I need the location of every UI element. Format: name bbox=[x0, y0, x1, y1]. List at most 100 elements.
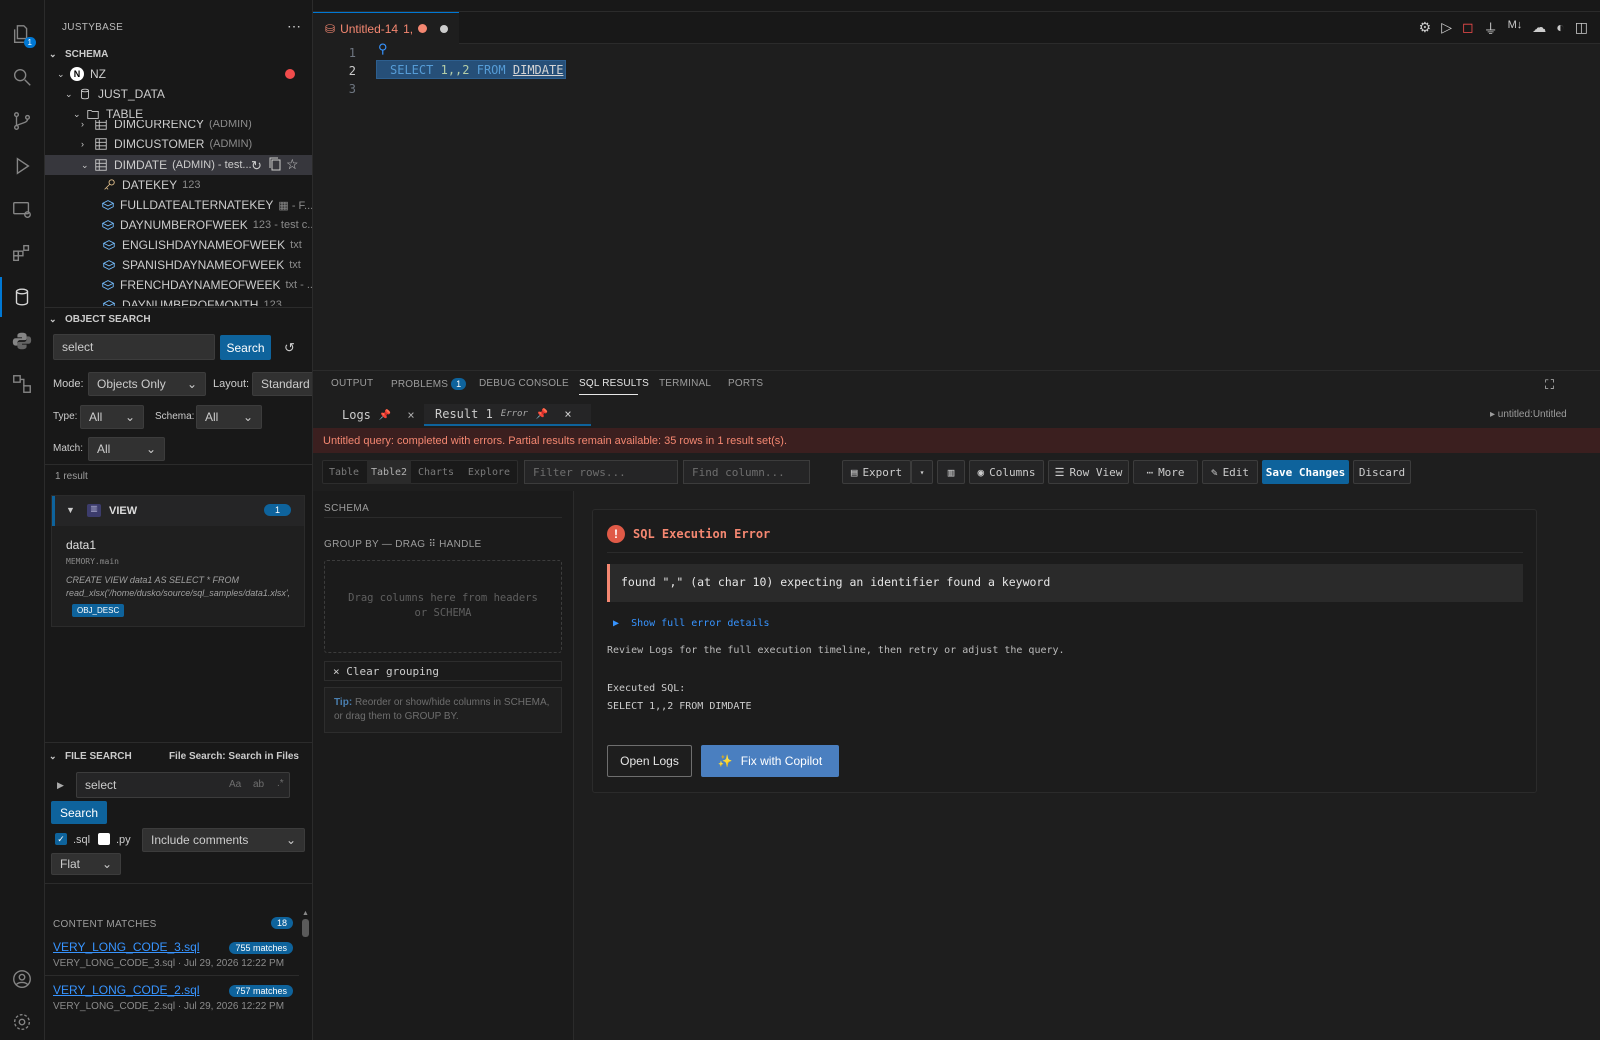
layout-toggle-button[interactable]: ▥ bbox=[937, 460, 965, 484]
tree-column-row[interactable]: ENGLISHDAYNAMEOFWEEK txt bbox=[45, 235, 312, 255]
whole-word-toggle[interactable]: ab bbox=[253, 779, 264, 790]
result-name[interactable]: data1 bbox=[66, 538, 96, 552]
palette-icon[interactable]: ◐ bbox=[1556, 19, 1564, 39]
columns-button[interactable]: ◉ Columns bbox=[969, 460, 1044, 484]
stop-icon[interactable]: ◻ bbox=[1462, 19, 1474, 39]
match-select[interactable]: All ⌄ bbox=[88, 437, 165, 461]
scrollbar-thumb[interactable] bbox=[302, 919, 309, 937]
tree-column-row[interactable]: FULLDATEALTERNATEKEY ▦ - F... bbox=[45, 195, 312, 215]
file-search-input[interactable]: select Aa ab .* bbox=[76, 772, 290, 798]
file-search-header[interactable]: ⌄ FILE SEARCH bbox=[49, 751, 132, 762]
row-view-button[interactable]: ☰ Row View bbox=[1048, 460, 1129, 484]
remote-explorer-icon[interactable] bbox=[8, 196, 36, 224]
cloud-icon[interactable]: ☁ bbox=[1532, 19, 1546, 39]
run-icon[interactable]: ▷ bbox=[1441, 19, 1452, 39]
list-item[interactable]: VERY_LONG_CODE_2.sql 757 matches VERY_LO… bbox=[53, 983, 299, 1012]
markdown-icon[interactable]: M↓ bbox=[1508, 19, 1523, 39]
view-table[interactable]: Table bbox=[323, 460, 365, 484]
sql-checkbox[interactable]: ✓ bbox=[55, 833, 67, 845]
tree-column-row[interactable]: SPANISHDAYNAMEOFWEEK txt bbox=[45, 255, 312, 275]
split-editor-icon[interactable]: ◫ bbox=[1575, 19, 1588, 39]
show-details-toggle[interactable]: ▶ Show full error details bbox=[613, 618, 770, 629]
regex-toggle[interactable]: .* bbox=[277, 778, 284, 789]
run-debug-icon[interactable] bbox=[8, 152, 36, 180]
search-icon[interactable] bbox=[8, 63, 36, 91]
discard-button[interactable]: Discard bbox=[1353, 460, 1411, 484]
unsaved-dot[interactable] bbox=[440, 24, 449, 33]
settings-icon[interactable] bbox=[8, 1008, 36, 1036]
open-logs-button[interactable]: Open Logs bbox=[607, 745, 692, 777]
logs-tab[interactable]: Logs 📌 × bbox=[342, 404, 415, 426]
tree-table-row[interactable]: › DIMCUSTOMER (ADMIN) bbox=[45, 134, 312, 154]
editor-tab-active[interactable]: ⛁ Untitled-14 1, bbox=[313, 12, 459, 44]
result-group-header[interactable]: ▼ ▥ VIEW 1 bbox=[52, 496, 304, 526]
tree-connection[interactable]: ⌄ N NZ bbox=[45, 64, 312, 84]
schema-filter-select[interactable]: All ⌄ bbox=[196, 405, 262, 429]
object-search-button[interactable]: Search bbox=[220, 335, 271, 360]
view-mode-select[interactable]: Flat ⌄ bbox=[51, 853, 121, 875]
group-by-dropzone[interactable]: Drag columns here from headers or SCHEMA bbox=[324, 560, 562, 653]
files-icon[interactable]: 1 bbox=[8, 20, 36, 48]
tree-table-row[interactable]: › DIMCURRENCY (ADMIN) bbox=[45, 120, 312, 134]
tree-database[interactable]: ⌄ JUST_DATA bbox=[45, 84, 312, 104]
view-explore[interactable]: Explore bbox=[461, 460, 517, 484]
file-search-button[interactable]: Search bbox=[51, 801, 107, 824]
py-checkbox[interactable] bbox=[98, 833, 110, 845]
more-button[interactable]: ⋯ More bbox=[1133, 460, 1198, 484]
view-table2[interactable]: Table2 bbox=[367, 460, 411, 484]
view-charts[interactable]: Charts bbox=[413, 460, 459, 484]
tab-sql-results[interactable]: SQL RESULTS bbox=[579, 378, 649, 389]
object-search-input[interactable]: select bbox=[53, 334, 215, 360]
list-item[interactable]: VERY_LONG_CODE_3.sql 755 matches VERY_LO… bbox=[53, 940, 299, 969]
pin-icon[interactable]: 📌 bbox=[379, 410, 391, 421]
refresh-icon[interactable]: ↻ bbox=[251, 158, 262, 174]
lightbulb-icon[interactable]: ⚲ bbox=[378, 41, 388, 57]
extensions-icon[interactable] bbox=[8, 239, 36, 267]
mode-select[interactable]: Objects Only ⌄ bbox=[88, 372, 206, 396]
close-icon[interactable]: × bbox=[564, 407, 571, 421]
scrollbar[interactable]: ▲ bbox=[301, 910, 310, 1040]
tab-debug-console[interactable]: DEBUG CONSOLE bbox=[479, 378, 569, 389]
pin-icon[interactable]: 📌 bbox=[536, 409, 548, 420]
python-icon[interactable] bbox=[8, 327, 36, 355]
code-line-2[interactable]: SELECT 1,,2 FROM DIMDATE bbox=[390, 63, 563, 77]
filter-rows-input[interactable]: Filter rows... bbox=[524, 460, 678, 484]
tree-column-row[interactable]: FRENCHDAYNAMEOFWEEK txt - ... bbox=[45, 275, 312, 295]
database-icon[interactable] bbox=[0, 277, 36, 317]
tab-ports[interactable]: PORTS bbox=[728, 378, 763, 389]
plug-icon[interactable]: ⏚ bbox=[1484, 19, 1498, 39]
save-changes-button[interactable]: Save Changes bbox=[1262, 460, 1349, 484]
tree-table-row-selected[interactable]: ⌄ DIMDATE (ADMIN) - test... ↻ ☆ bbox=[45, 155, 312, 175]
export-button[interactable]: ▤ Export bbox=[842, 460, 911, 484]
fix-with-copilot-button[interactable]: ✨ Fix with Copilot bbox=[701, 745, 839, 777]
layout-select[interactable]: Standard L bbox=[252, 372, 312, 396]
edit-button[interactable]: ✎ Edit bbox=[1202, 460, 1258, 484]
comments-select[interactable]: Include comments ⌄ bbox=[142, 828, 305, 852]
export-dropdown-button[interactable]: ▾ bbox=[911, 460, 933, 484]
expand-replace-icon[interactable]: ▶ bbox=[57, 780, 64, 791]
star-icon[interactable]: ☆ bbox=[286, 156, 299, 173]
source-control-icon[interactable] bbox=[8, 107, 36, 135]
diagram-icon[interactable] bbox=[8, 370, 36, 398]
object-search-header[interactable]: ⌄ OBJECT SEARCH bbox=[49, 314, 151, 325]
reset-icon[interactable]: ↺ bbox=[284, 340, 295, 356]
tab-problems[interactable]: PROBLEMS 1 bbox=[391, 378, 467, 390]
copy-icon[interactable] bbox=[269, 157, 281, 174]
tree-column-row[interactable]: DAYNUMBEROFWEEK 123 - test c... bbox=[45, 215, 312, 235]
maximize-panel-icon[interactable]: ⛶ bbox=[1545, 377, 1554, 393]
match-case-toggle[interactable]: Aa bbox=[229, 779, 241, 790]
tab-terminal[interactable]: TERMINAL bbox=[659, 378, 711, 389]
clear-grouping-button[interactable]: × Clear grouping bbox=[324, 661, 562, 681]
account-icon[interactable] bbox=[8, 965, 36, 993]
tab-output[interactable]: OUTPUT bbox=[331, 378, 373, 389]
copilot-icon[interactable]: ⚙ bbox=[1419, 19, 1432, 39]
tree-scroll-area[interactable]: › DIMCURRENCY (ADMIN) › DIMCUSTOMER (ADMIN… bbox=[45, 120, 312, 306]
schema-section-header[interactable]: ⌄ SCHEMA bbox=[49, 49, 108, 60]
tree-column-row[interactable]: DATEKEY 123 bbox=[45, 175, 312, 195]
result-tab[interactable]: Result 1 Error 📌 × bbox=[424, 404, 591, 426]
tree-column-row[interactable]: DAYNUMBEROFMONTH 123 bbox=[45, 295, 312, 306]
find-column-input[interactable]: Find column... bbox=[683, 460, 810, 484]
more-actions-icon[interactable]: ⋯ bbox=[287, 18, 301, 35]
close-icon[interactable]: × bbox=[407, 408, 414, 422]
type-select[interactable]: All ⌄ bbox=[80, 405, 144, 429]
